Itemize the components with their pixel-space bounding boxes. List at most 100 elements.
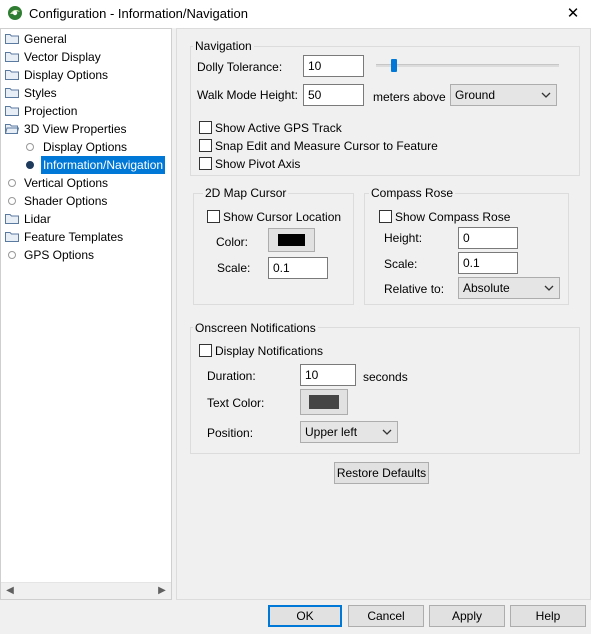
walk-mode-height-input[interactable]: 50 (303, 84, 364, 106)
tree-item-label: General (24, 32, 67, 46)
cursor-scale-input[interactable]: 0.1 (268, 257, 328, 279)
dolly-tolerance-label: Dolly Tolerance: (197, 60, 283, 74)
tree-item-label: GPS Options (24, 248, 95, 262)
duration-unit-label: seconds (363, 370, 408, 384)
compass-rose-group-title: Compass Rose (369, 186, 456, 200)
walk-mode-unit-label: meters above (373, 90, 446, 104)
folder-icon (5, 106, 19, 116)
tree-item[interactable]: Projection (1, 102, 171, 120)
show-pivot-axis-label[interactable]: Show Pivot Axis (215, 157, 300, 171)
folder-icon (5, 52, 19, 62)
text-color-swatch (309, 395, 339, 409)
compass-relative-value: Absolute (463, 281, 510, 295)
show-cursor-location-checkbox[interactable] (207, 210, 220, 223)
dolly-tolerance-input[interactable]: 10 (303, 55, 364, 77)
tree-item[interactable]: Vector Display (1, 48, 171, 66)
tree-item-label: Information/Navigation (41, 156, 166, 174)
tree-item[interactable]: Styles (1, 84, 171, 102)
compass-scale-label: Scale: (384, 257, 418, 271)
chevron-down-icon (382, 429, 392, 435)
snap-cursor-checkbox[interactable] (199, 139, 212, 152)
display-notifications-checkbox[interactable] (199, 344, 212, 357)
notifications-group-title: Onscreen Notifications (193, 321, 318, 335)
text-color-button[interactable] (300, 389, 348, 415)
tree-item-label: 3D View Properties (24, 122, 127, 136)
navigation-group-title: Navigation (193, 39, 254, 53)
dolly-tolerance-slider-thumb[interactable] (390, 59, 397, 72)
tree-item-label: Feature Templates (24, 230, 124, 244)
folder-icon (5, 34, 19, 44)
cursor-color-swatch (278, 234, 305, 246)
duration-input[interactable]: 10 (300, 364, 356, 386)
apply-button[interactable]: Apply (429, 605, 505, 627)
cursor-color-button[interactable] (268, 228, 315, 252)
compass-height-label: Height: (384, 231, 423, 245)
scroll-left-arrow-icon[interactable]: ◀ (3, 584, 17, 598)
snap-cursor-label[interactable]: Snap Edit and Measure Cursor to Feature (215, 139, 438, 153)
title-bar: Configuration - Information/Navigation ✕ (0, 0, 591, 28)
tree-item-label: Vertical Options (24, 176, 109, 190)
walk-reference-value: Ground (455, 88, 496, 102)
folder-open-icon (5, 124, 19, 134)
position-select[interactable]: Upper left (300, 421, 398, 443)
tree-item[interactable]: Feature Templates (1, 228, 171, 246)
folder-icon (5, 70, 19, 80)
folder-icon (5, 88, 19, 98)
chevron-down-icon (541, 92, 551, 98)
chevron-down-icon (544, 285, 554, 291)
show-pivot-axis-checkbox[interactable] (199, 157, 212, 170)
compass-scale-input[interactable]: 0.1 (458, 252, 518, 274)
compass-height-input[interactable]: 0 (458, 227, 518, 249)
options-tree[interactable]: General Vector Display Display Options Styl… (0, 28, 172, 600)
tree-item[interactable]: 3D View Properties (1, 120, 171, 138)
walk-mode-height-label: Walk Mode Height: (197, 88, 298, 102)
tree-item-label: Projection (24, 104, 78, 118)
tree-item[interactable]: Lidar (1, 210, 171, 228)
position-value: Upper left (305, 425, 358, 439)
restore-defaults-button[interactable]: Restore Defaults (334, 462, 429, 484)
cursor-color-label: Color: (216, 235, 249, 249)
show-gps-track-checkbox[interactable] (199, 121, 212, 134)
bullet-icon (26, 161, 34, 169)
tree-item[interactable]: Shader Options (1, 192, 171, 210)
tree-item[interactable]: GPS Options (1, 246, 171, 264)
display-notifications-label[interactable]: Display Notifications (215, 344, 323, 358)
map-cursor-group-title: 2D Map Cursor (203, 186, 289, 200)
tree-item[interactable]: Vertical Options (1, 174, 171, 192)
tree-item-label: Vector Display (24, 50, 101, 64)
bullet-icon (8, 179, 16, 187)
show-gps-track-label[interactable]: Show Active GPS Track (215, 121, 342, 135)
bullet-icon (26, 143, 34, 151)
cancel-button[interactable]: Cancel (348, 605, 424, 627)
close-button[interactable]: ✕ (560, 3, 586, 25)
tree-item-label: Lidar (24, 212, 51, 226)
tree-horizontal-scrollbar[interactable]: ◀ ▶ (1, 582, 171, 599)
bullet-icon (8, 251, 16, 259)
help-button[interactable]: Help (510, 605, 586, 627)
tree-item-label: Styles (24, 86, 57, 100)
window-title: Configuration - Information/Navigation (29, 6, 248, 21)
compass-relative-label: Relative to: (384, 282, 445, 296)
tree-item[interactable]: General (1, 30, 171, 48)
tree-item[interactable]: Information/Navigation (1, 156, 171, 174)
ok-button[interactable]: OK (268, 605, 342, 627)
folder-icon (5, 214, 19, 224)
folder-icon (5, 232, 19, 242)
tree-item-label: Display Options (24, 68, 109, 82)
tree-item[interactable]: Display Options (1, 66, 171, 84)
show-cursor-location-label[interactable]: Show Cursor Location (223, 210, 341, 224)
scroll-right-arrow-icon[interactable]: ▶ (155, 584, 169, 598)
text-color-label: Text Color: (207, 396, 265, 410)
walk-reference-select[interactable]: Ground (450, 84, 557, 106)
tree-item[interactable]: Display Options (1, 138, 171, 156)
position-label: Position: (207, 426, 254, 440)
show-compass-rose-label[interactable]: Show Compass Rose (395, 210, 510, 224)
duration-label: Duration: (207, 369, 256, 383)
compass-relative-select[interactable]: Absolute (458, 277, 560, 299)
tree-item-label: Display Options (43, 140, 128, 154)
cursor-scale-label: Scale: (217, 261, 251, 275)
show-compass-rose-checkbox[interactable] (379, 210, 392, 223)
bullet-icon (8, 197, 16, 205)
dolly-tolerance-slider-track[interactable] (376, 64, 559, 67)
app-logo-icon (8, 6, 22, 20)
